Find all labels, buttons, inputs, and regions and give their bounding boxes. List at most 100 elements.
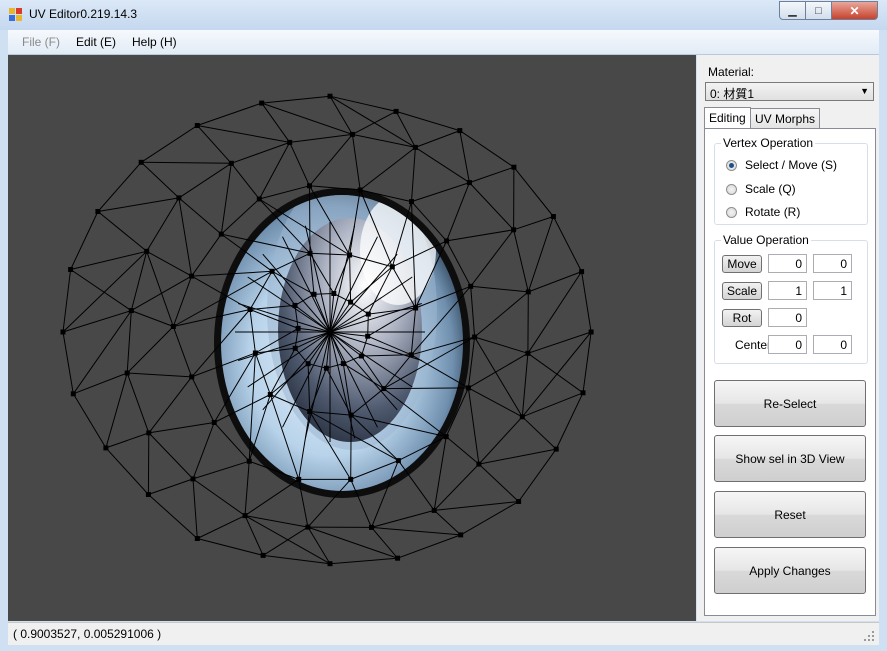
uv-vertex[interactable] <box>242 513 248 519</box>
uv-vertex[interactable] <box>369 524 374 530</box>
tab-uv-morphs[interactable]: UV Morphs <box>750 108 821 128</box>
reset-button[interactable]: Reset <box>714 491 866 538</box>
uv-vertex[interactable] <box>144 248 150 254</box>
uv-vertex[interactable] <box>256 196 262 202</box>
uv-vertex[interactable] <box>357 187 363 193</box>
uv-vertex[interactable] <box>348 476 354 482</box>
uv-vertex[interactable] <box>267 392 273 397</box>
uv-vertex[interactable] <box>95 209 101 214</box>
show-sel-3d-button[interactable]: Show sel in 3D View <box>714 435 866 482</box>
uv-vertex[interactable] <box>580 390 586 396</box>
uv-vertex[interactable] <box>358 353 364 359</box>
uv-vertex[interactable] <box>348 412 354 418</box>
rot-button[interactable]: Rot <box>722 309 762 327</box>
radio-scale-label[interactable]: Scale (Q) <box>745 182 796 196</box>
uv-vertex[interactable] <box>579 269 585 275</box>
uv-vertex[interactable] <box>305 524 311 530</box>
uv-vertex[interactable] <box>145 492 151 497</box>
radio-rotate[interactable] <box>726 207 737 218</box>
uv-vertex[interactable] <box>269 268 275 274</box>
uv-vertex[interactable] <box>287 139 293 145</box>
uv-vertex[interactable] <box>331 291 337 296</box>
uv-vertex[interactable] <box>466 180 472 186</box>
uv-vertex[interactable] <box>124 370 130 376</box>
uv-vertex[interactable] <box>525 289 531 295</box>
uv-vertex[interactable] <box>393 108 399 114</box>
uv-vertex[interactable] <box>247 307 253 312</box>
menu-edit[interactable]: Edit (E) <box>76 35 116 49</box>
radio-rotate-label[interactable]: Rotate (R) <box>745 205 800 219</box>
uv-vertex[interactable] <box>70 391 76 397</box>
uv-vertex[interactable] <box>292 345 298 351</box>
close-button[interactable]: ✕ <box>831 1 878 20</box>
uv-vertex[interactable] <box>194 536 200 541</box>
uv-vertex[interactable] <box>295 325 301 331</box>
uv-vertex[interactable] <box>228 160 234 166</box>
uv-vertex[interactable] <box>170 324 176 329</box>
uv-vertex[interactable] <box>176 195 182 201</box>
uv-vertex[interactable] <box>553 446 559 452</box>
uv-vertex[interactable] <box>218 231 224 237</box>
uv-vertex[interactable] <box>550 214 556 219</box>
tab-editing[interactable]: Editing <box>704 107 751 129</box>
uv-vertex[interactable] <box>323 365 329 371</box>
uv-vertex[interactable] <box>340 361 346 367</box>
move-button[interactable]: Move <box>722 255 762 273</box>
uv-vertex[interactable] <box>211 420 217 425</box>
center-y-input[interactable]: 0 <box>813 335 852 354</box>
uv-vertex[interactable] <box>190 476 196 482</box>
reselect-button[interactable]: Re-Select <box>714 380 866 427</box>
uv-vertex[interactable] <box>365 311 371 317</box>
uv-vertex[interactable] <box>444 238 450 244</box>
uv-vertex[interactable] <box>381 386 387 392</box>
apply-changes-button[interactable]: Apply Changes <box>714 547 866 594</box>
uv-vertex[interactable] <box>465 385 471 391</box>
center-x-input[interactable]: 0 <box>768 335 807 354</box>
uv-vertex[interactable] <box>511 164 517 170</box>
uv-vertex[interactable] <box>103 445 109 451</box>
uv-vertex[interactable] <box>307 409 313 414</box>
uv-vertex[interactable] <box>60 329 66 335</box>
uv-vertex[interactable] <box>458 532 464 538</box>
uv-vertex[interactable] <box>409 199 414 205</box>
uv-vertex[interactable] <box>259 100 265 106</box>
uv-vertex[interactable] <box>194 123 200 128</box>
uv-vertex[interactable] <box>311 291 317 297</box>
uv-vertex[interactable] <box>305 361 311 367</box>
uv-vertex[interactable] <box>389 264 395 270</box>
uv-vertex[interactable] <box>412 144 418 150</box>
uv-vertex[interactable] <box>68 267 74 272</box>
uv-vertex[interactable] <box>511 227 517 233</box>
uv-vertex[interactable] <box>307 183 312 189</box>
uv-vertex[interactable] <box>260 552 266 558</box>
move-x-input[interactable]: 0 <box>768 254 807 273</box>
uv-vertex[interactable] <box>457 128 463 134</box>
uv-vertex[interactable] <box>296 476 302 482</box>
uv-vertex[interactable] <box>252 350 258 356</box>
maximize-button[interactable]: □ <box>805 1 832 20</box>
uv-vertex[interactable] <box>472 334 478 340</box>
scale-y-input[interactable]: 1 <box>813 281 852 300</box>
uv-vertex[interactable] <box>408 352 414 358</box>
scale-x-input[interactable]: 1 <box>768 281 807 300</box>
uv-vertex[interactable] <box>246 458 252 464</box>
uv-vertex[interactable] <box>327 93 333 99</box>
uv-vertex[interactable] <box>327 561 333 567</box>
uv-vertex[interactable] <box>476 461 482 467</box>
resize-grip-icon[interactable] <box>863 630 875 642</box>
material-select[interactable]: 0: 材質1 ▼ <box>705 82 874 101</box>
uv-vertex[interactable] <box>525 350 531 356</box>
uv-vertex[interactable] <box>146 430 152 436</box>
menu-help[interactable]: Help (H) <box>132 35 177 49</box>
uv-vertex[interactable] <box>365 333 371 339</box>
radio-select-move[interactable] <box>726 160 737 171</box>
uv-vertex[interactable] <box>189 273 195 279</box>
uv-mesh-view[interactable] <box>8 55 696 621</box>
minimize-button[interactable]: ▁ <box>779 1 806 20</box>
uv-vertex[interactable] <box>307 250 313 256</box>
uv-vertex[interactable] <box>138 159 144 165</box>
uv-vertex[interactable] <box>347 252 353 258</box>
rot-input[interactable]: 0 <box>768 308 807 327</box>
uv-vertex[interactable] <box>128 308 134 314</box>
uv-canvas[interactable] <box>8 55 696 621</box>
